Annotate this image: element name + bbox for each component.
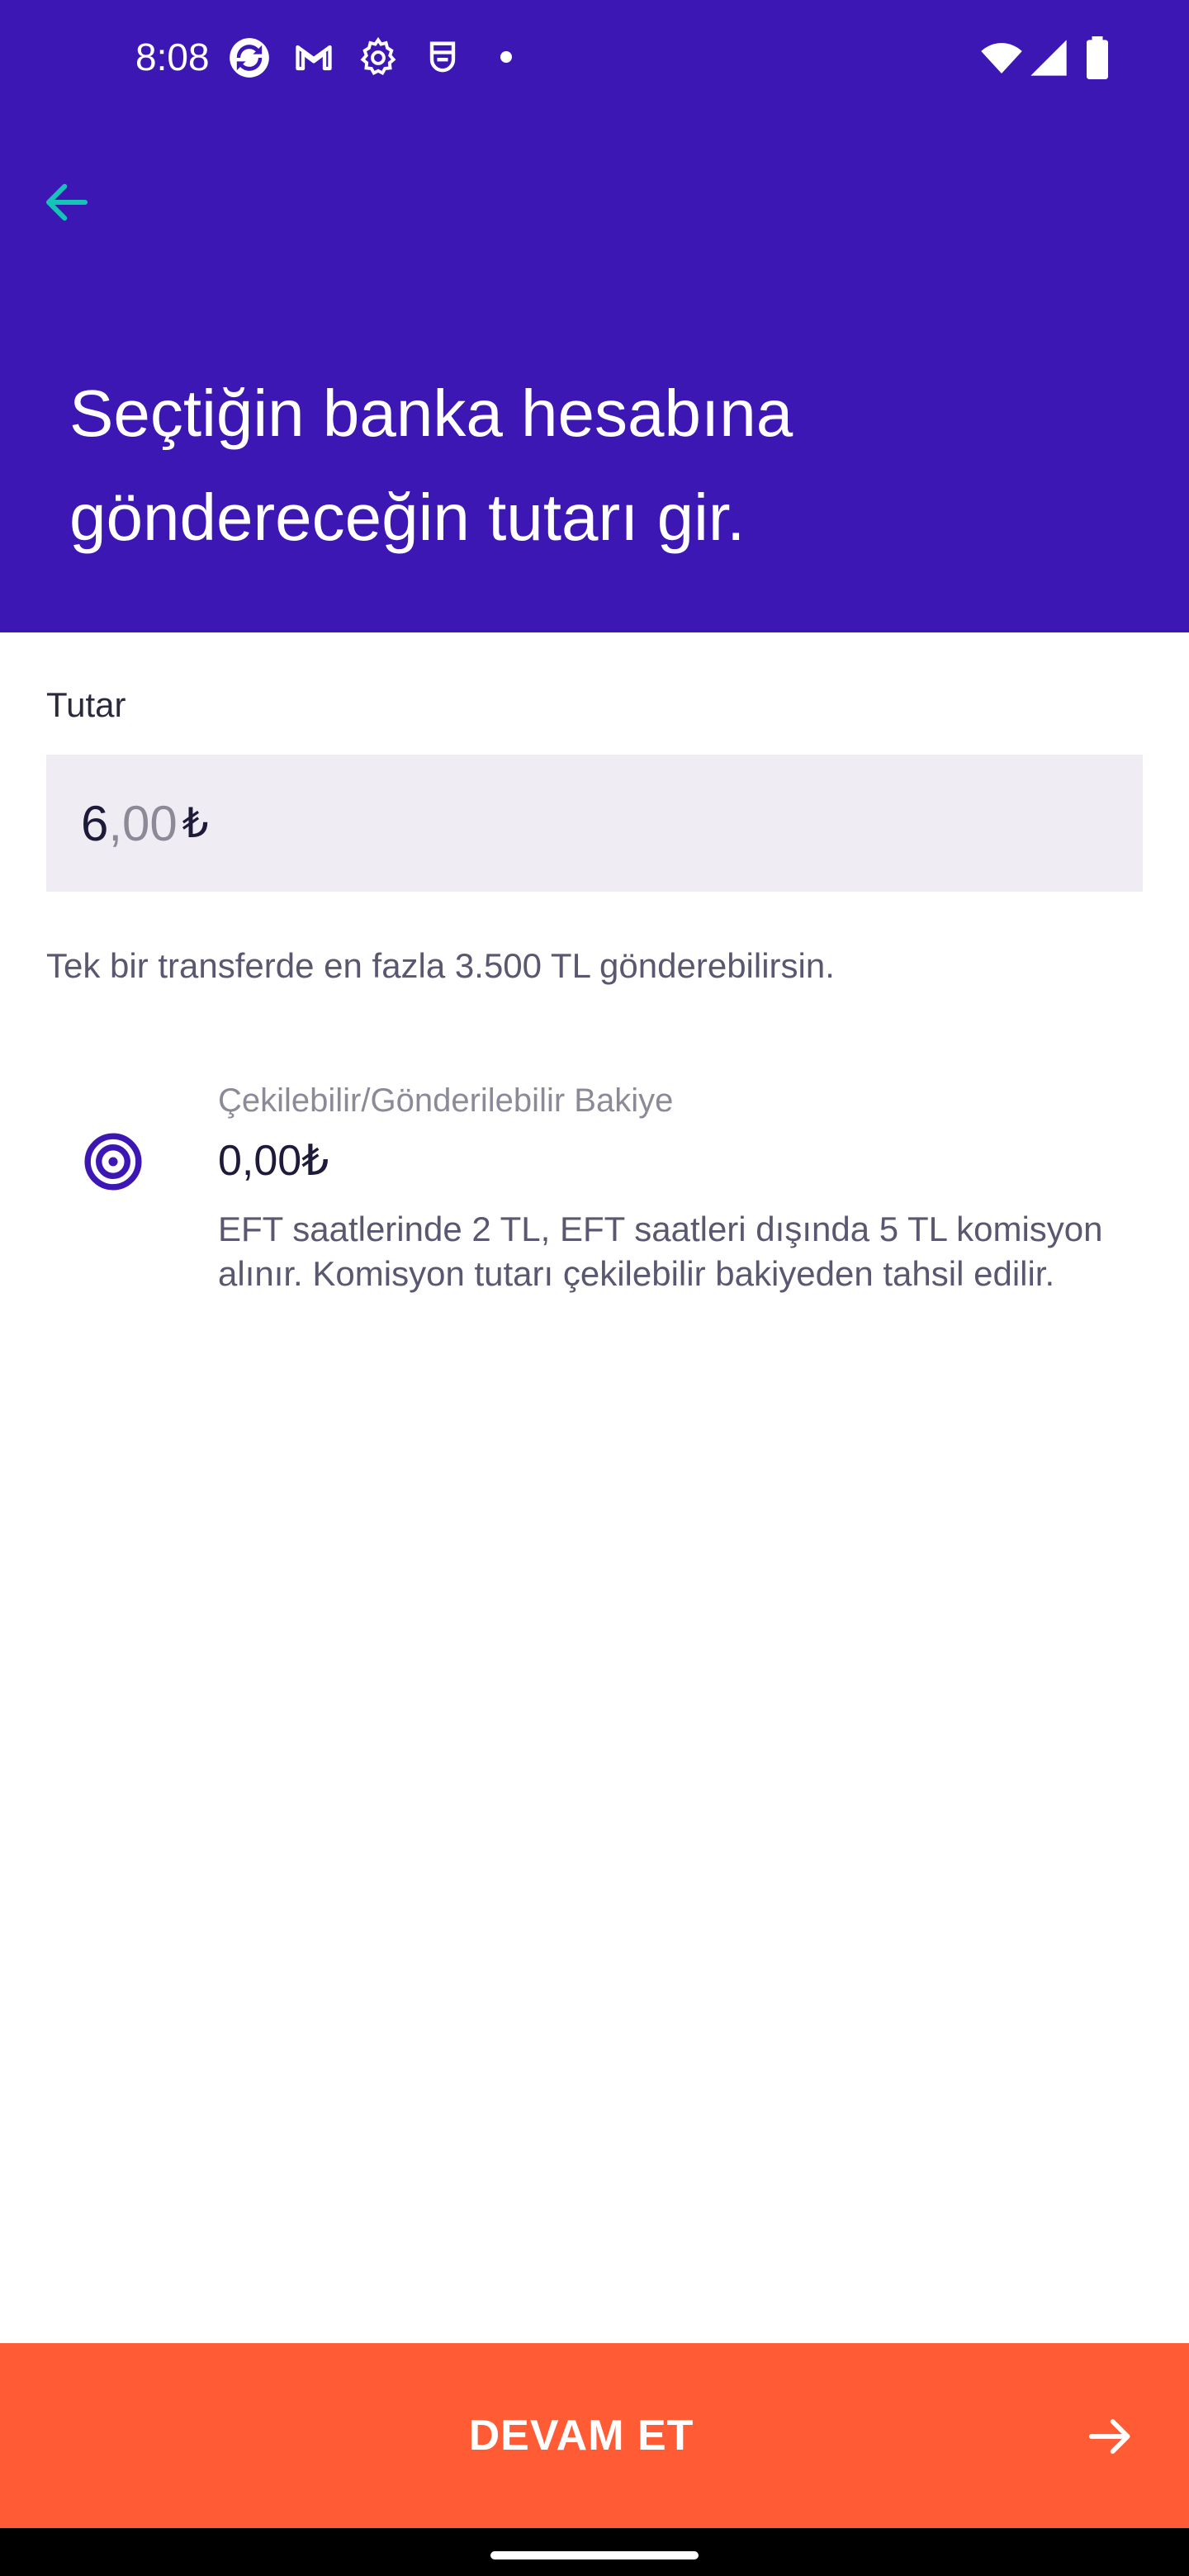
amount-integer: 6 xyxy=(81,795,109,851)
amount-input[interactable]: 6,00 ₺ xyxy=(46,755,1143,892)
limit-note: Tek bir transferde en fazla 3.500 TL gön… xyxy=(46,946,835,985)
commission-note: EFT saatlerinde 2 TL, EFT saatleri dışın… xyxy=(218,1210,1103,1293)
continue-label: DEVAM ET xyxy=(468,2412,694,2460)
shield-icon xyxy=(421,36,464,79)
gmail-icon xyxy=(292,36,335,79)
sync-icon xyxy=(228,36,271,79)
arrow-right-icon xyxy=(1085,2411,1136,2462)
more-dot-icon xyxy=(500,51,512,63)
header: 8:08 Seçtiğin banka hesabına göndereceği… xyxy=(0,0,1189,632)
balance-value: 0,00₺ xyxy=(218,1137,329,1185)
signal-icon xyxy=(1027,36,1070,79)
battery-icon xyxy=(1083,36,1111,79)
home-indicator[interactable] xyxy=(490,2551,699,2559)
arrow-left-icon xyxy=(45,183,88,221)
navigation-bar xyxy=(0,2528,1189,2576)
currency-symbol: ₺ xyxy=(182,800,209,846)
status-bar: 8:08 xyxy=(0,0,1189,112)
page-title: Seçtiğin banka hesabına göndereceğin tut… xyxy=(69,376,793,554)
back-button[interactable] xyxy=(30,165,104,239)
status-time: 8:08 xyxy=(135,36,210,78)
continue-button[interactable]: DEVAM ET xyxy=(0,2343,1189,2528)
amount-label: Tutar xyxy=(46,685,126,724)
amount-decimal: ,00 xyxy=(108,795,178,851)
balance-label: Çekilebilir/Gönderilebilir Bakiye xyxy=(218,1082,674,1119)
wifi-icon xyxy=(979,36,1024,81)
target-icon xyxy=(83,1131,144,1192)
settings-icon xyxy=(357,36,400,79)
